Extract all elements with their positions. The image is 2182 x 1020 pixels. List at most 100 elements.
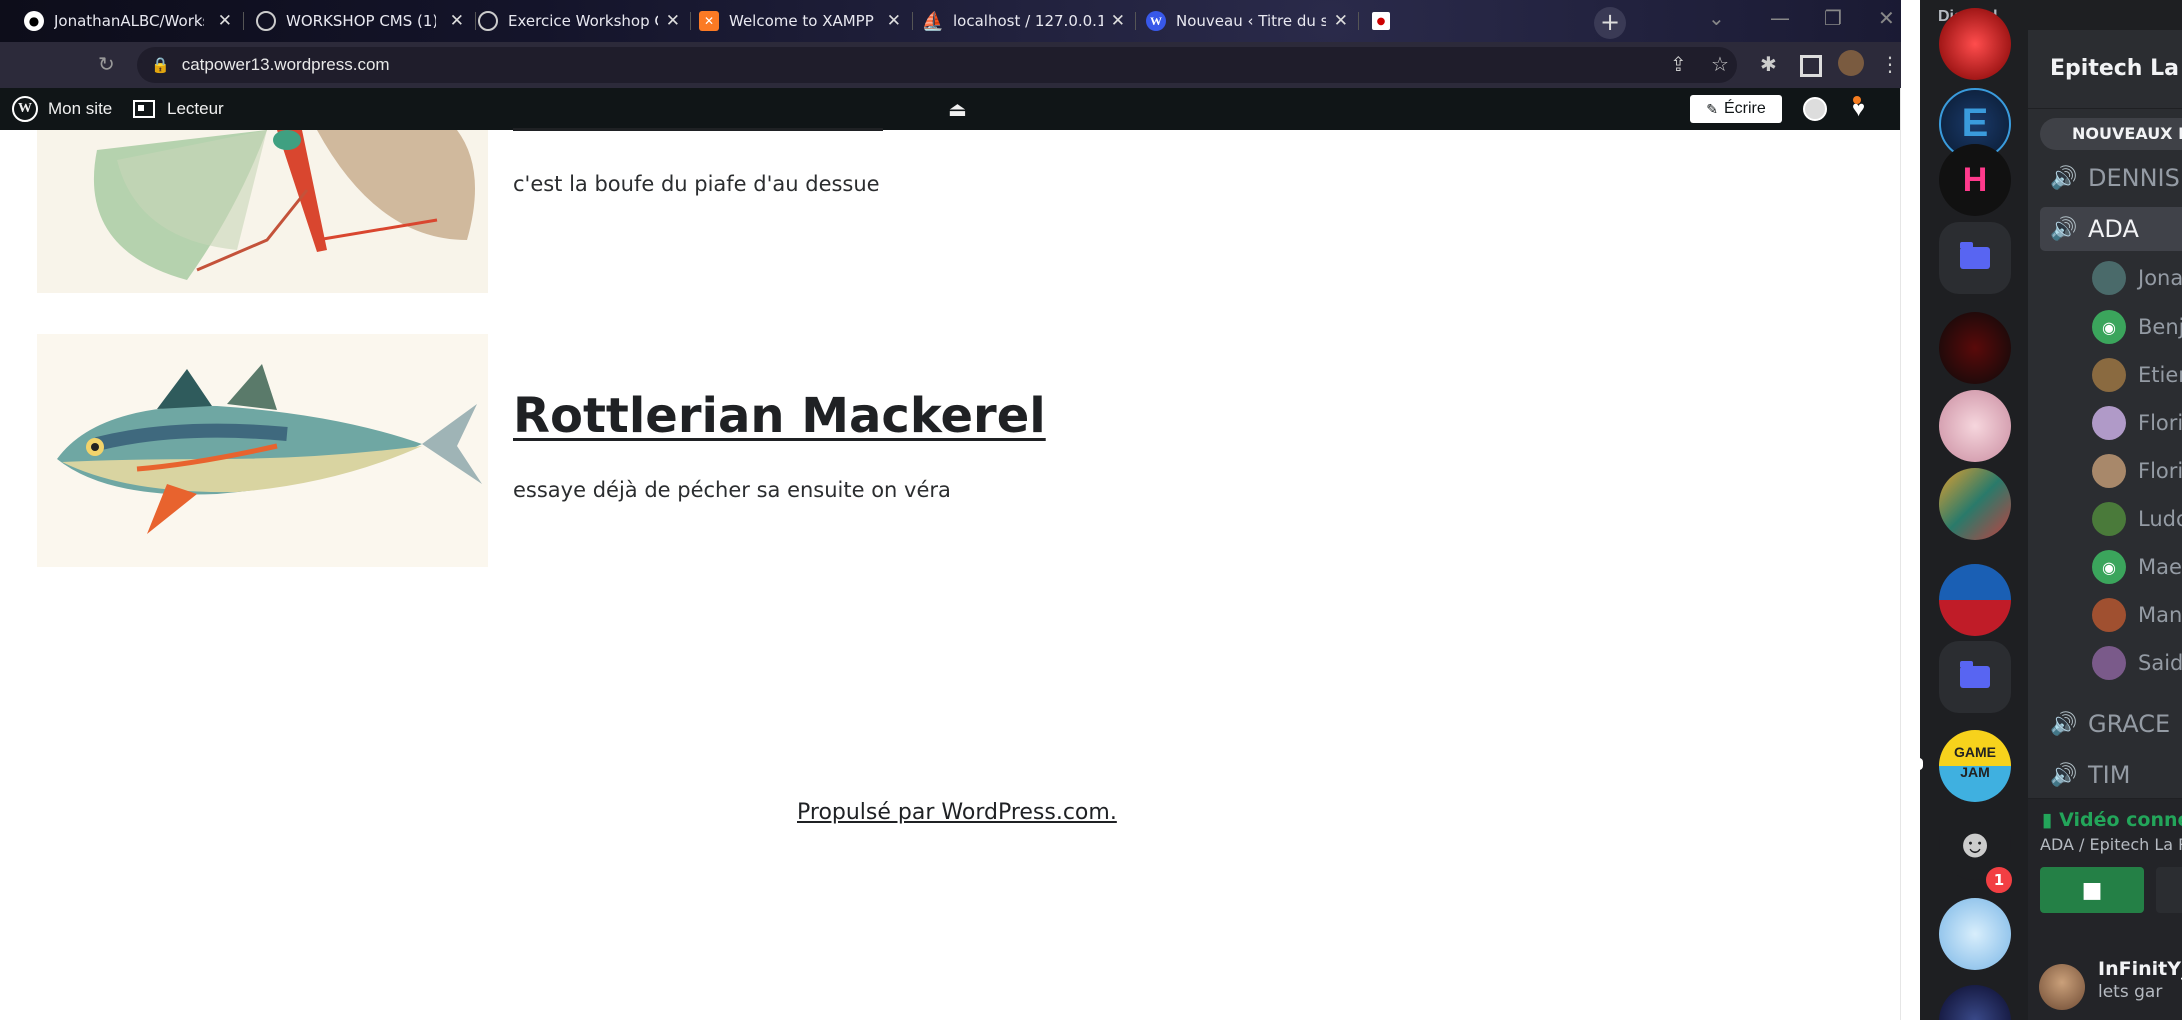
tab-label: JonathanALBC/Works: [54, 12, 204, 30]
post-title-cut[interactable]: [513, 88, 883, 131]
post-title[interactable]: Rottlerian Mackerel: [513, 388, 1046, 444]
voice-member[interactable]: ◉ Mae: [2092, 547, 2182, 587]
write-button[interactable]: ✎ Écrire: [1690, 95, 1782, 123]
screen-share-button[interactable]: [2156, 867, 2182, 913]
server-icon[interactable]: [1939, 8, 2011, 80]
tab-xampp[interactable]: ✕ Welcome to XAMPP ✕: [689, 4, 911, 38]
server-icon[interactable]: [1939, 390, 2011, 462]
globe-icon: [478, 11, 498, 31]
notification-dot: [1853, 96, 1861, 104]
close-tab-icon[interactable]: ✕: [1111, 11, 1125, 31]
tab-label: Nouveau ‹ Titre du sit: [1176, 12, 1326, 30]
voice-channel-tim[interactable]: 🔊 TIM: [2040, 753, 2182, 797]
avatar: [2092, 454, 2126, 488]
avatar: [2092, 406, 2126, 440]
voice-channel-ada[interactable]: 🔊 ADA: [2040, 207, 2182, 251]
close-tab-icon[interactable]: ✕: [218, 11, 232, 31]
tab-phpmyadmin[interactable]: ⛵ localhost / 127.0.0.1 / ✕: [913, 4, 1135, 38]
reload-icon[interactable]: ↻: [98, 52, 115, 76]
server-icon[interactable]: [1939, 312, 2011, 384]
server-icon[interactable]: [1939, 564, 2011, 636]
post-image-mackerel[interactable]: [37, 334, 488, 567]
avatar: [2092, 598, 2126, 632]
page-scrollbar[interactable]: ▲ ▼: [1900, 88, 1901, 1020]
avatar: [2092, 358, 2126, 392]
server-folder[interactable]: [1939, 222, 2011, 294]
voice-status-label: Vidéo conne: [2059, 809, 2182, 831]
discord-avatar-icon: ◉: [2092, 310, 2126, 344]
tab-exercice-workshop[interactable]: Exercice Workshop C ✕: [468, 4, 690, 38]
folder-icon: [1960, 661, 1990, 688]
voice-member[interactable]: Etien: [2092, 355, 2182, 395]
minimize-icon[interactable]: —: [1770, 6, 1790, 30]
server-icon[interactable]: [1939, 898, 2011, 970]
member-name: Etien: [2138, 363, 2182, 387]
member-name: Flori: [2138, 459, 2182, 483]
page-icon: ●: [1372, 12, 1390, 30]
menu-dots-icon[interactable]: ⋮: [1880, 52, 1900, 76]
new-messages-pill[interactable]: NOUVEAUX M: [2040, 118, 2182, 150]
reader-label: Lecteur: [167, 99, 224, 118]
sidepanel-icon[interactable]: [1800, 55, 1822, 77]
close-window-icon[interactable]: ✕: [1878, 6, 1895, 30]
share-icon[interactable]: ⇪: [1670, 52, 1687, 76]
browser-toolbar: ↻ 🔒 catpower13.wordpress.com: [0, 42, 1901, 88]
close-tab-icon[interactable]: ✕: [887, 11, 901, 31]
server-icon[interactable]: [1939, 985, 2011, 1020]
member-name: Jona: [2138, 266, 2182, 290]
voice-connection-panel: ▮ Vidéo conne ADA / Epitech La R ■: [2028, 798, 2182, 949]
voice-channel-dennis[interactable]: 🔊 DENNIS: [2040, 156, 2182, 200]
server-icon-game-jam[interactable]: GAME JAM: [1939, 730, 2011, 802]
close-tab-icon[interactable]: ✕: [450, 11, 464, 31]
bookmark-star-icon[interactable]: ☆: [1711, 52, 1729, 76]
server-folder[interactable]: [1939, 641, 2011, 713]
wp-admin-bar: W Mon site Lecteur ⏏ ✎ Écrire ♥: [0, 88, 1901, 130]
address-bar[interactable]: 🔒 catpower13.wordpress.com: [137, 47, 1737, 83]
guild-header[interactable]: Epitech La R: [2028, 30, 2182, 109]
new-tab-button[interactable]: +: [1594, 7, 1626, 39]
xampp-icon: ✕: [699, 11, 719, 31]
wordpress-icon: W: [12, 96, 38, 122]
speaker-icon: 🔊: [2050, 711, 2078, 737]
collapse-bar-icon[interactable]: ⏏: [948, 88, 967, 130]
user-status: lets gar: [2098, 982, 2163, 1002]
camera-icon: ■: [2081, 877, 2103, 903]
avatar: [2092, 261, 2126, 295]
avatar[interactable]: [2039, 964, 2085, 1010]
server-selected-pill: [1915, 758, 1923, 770]
member-name: Said: [2138, 651, 2182, 675]
voice-member[interactable]: ◉ Benj: [2092, 307, 2182, 347]
voice-member[interactable]: Ludo: [2092, 499, 2182, 539]
globe-icon: [256, 11, 276, 31]
voice-member[interactable]: Said: [2092, 643, 2182, 683]
voice-channel-grace[interactable]: 🔊 GRACE: [2040, 702, 2182, 746]
close-tab-icon[interactable]: ✕: [666, 11, 680, 31]
signal-icon: ▮: [2042, 809, 2053, 831]
close-tab-icon[interactable]: ✕: [1334, 11, 1348, 31]
video-button[interactable]: ■: [2040, 867, 2144, 913]
extensions-icon[interactable]: ✱: [1760, 52, 1777, 76]
voice-member[interactable]: Flori: [2092, 451, 2182, 491]
voice-member[interactable]: Man: [2092, 595, 2182, 635]
server-icon[interactable]: [1939, 468, 2011, 540]
tab-wordpress-new[interactable]: W Nouveau ‹ Titre du sit ✕: [1136, 4, 1358, 38]
tab-label: Exercice Workshop C: [508, 12, 658, 30]
tab-workshop-cms[interactable]: WORKSHOP CMS (1).p ✕: [246, 4, 474, 38]
avatar[interactable]: [1803, 97, 1827, 121]
voice-location[interactable]: ADA / Epitech La R: [2040, 835, 2182, 854]
speaker-icon: 🔊: [2050, 165, 2078, 191]
my-site-link[interactable]: W Mon site: [12, 88, 112, 130]
tab-search-icon[interactable]: ⌄: [1708, 6, 1725, 30]
voice-member[interactable]: Flori: [2092, 403, 2182, 443]
voice-member[interactable]: Jona: [2092, 258, 2182, 298]
restore-icon[interactable]: ❐: [1824, 6, 1842, 30]
footer-powered-by-link[interactable]: Propulsé par WordPress.com.: [797, 800, 1117, 825]
profile-avatar-icon[interactable]: [1838, 50, 1864, 76]
member-name: Flori: [2138, 411, 2182, 435]
post-image-grasshopper[interactable]: [37, 130, 488, 293]
reader-link[interactable]: Lecteur: [133, 88, 224, 130]
tab-label: Welcome to XAMPP: [729, 12, 874, 30]
tab-github[interactable]: ● JonathanALBC/Works ✕: [14, 4, 242, 38]
server-icon-paradise[interactable]: H: [1939, 144, 2011, 216]
tab-active-small[interactable]: ●: [1362, 4, 1412, 38]
